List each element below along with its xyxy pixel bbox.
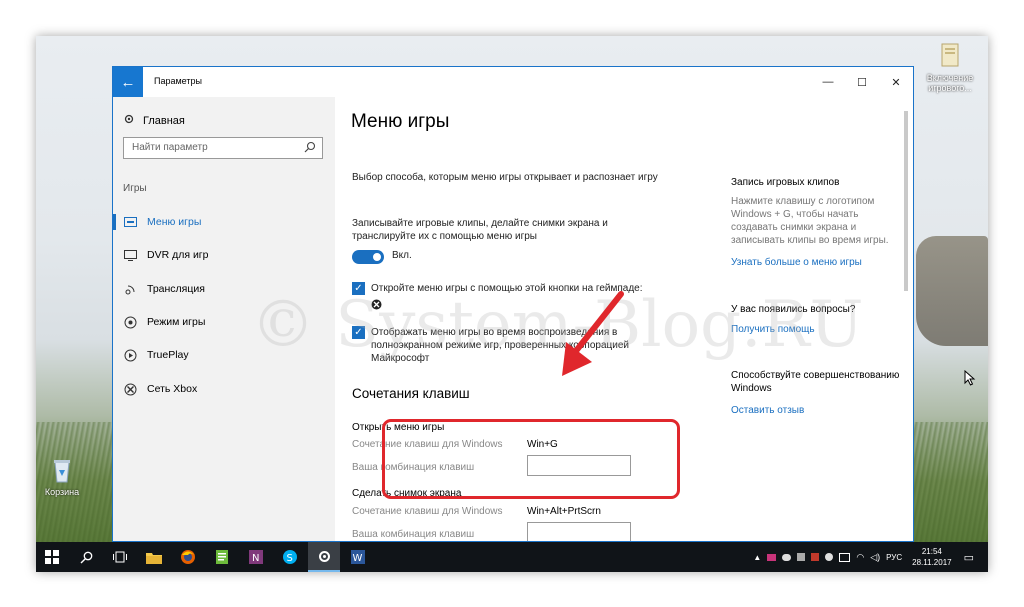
start-button[interactable] [36, 542, 68, 572]
minimize-button[interactable]: — [811, 67, 845, 97]
sidebar-item-label: Меню игры [147, 216, 202, 228]
red-arrow-icon [562, 291, 624, 376]
sidebar-item-label: Режим игры [147, 316, 206, 328]
record-toggle[interactable] [352, 250, 384, 264]
window-title: Параметры [154, 76, 202, 86]
folder-icon [146, 552, 162, 564]
taskbar-skype[interactable]: S [274, 542, 306, 572]
taskbar-explorer[interactable] [138, 542, 170, 572]
search-placeholder: Найти параметр [132, 142, 208, 153]
sidebar-item-label: TruePlay [147, 349, 189, 361]
search-icon [304, 141, 316, 156]
custom-shortcut-label: Ваша комбинация клавиш [352, 529, 475, 540]
trueplay-icon [123, 348, 137, 362]
svg-text:S: S [287, 553, 293, 564]
shortcuts-heading: Сочетания клавиш [352, 386, 470, 401]
tray-chevron-icon[interactable]: ▲ [753, 553, 761, 562]
clips-description: Нажмите клавишу с логотипом Windows + G,… [731, 196, 889, 246]
file-icon [937, 42, 963, 70]
word-icon: W [351, 550, 365, 564]
taskbar-firefox[interactable] [172, 542, 204, 572]
search-icon [80, 551, 92, 563]
sidebar-item-xbox-network[interactable]: Сеть Xbox [113, 376, 335, 402]
clock-date: 28.11.2017 [912, 558, 952, 567]
maximize-button[interactable]: ☐ [845, 67, 879, 97]
intro-text: Выбор способа, которым меню игры открыва… [352, 172, 658, 183]
cloud-icon[interactable] [782, 553, 792, 561]
scrollbar-thumb[interactable] [904, 111, 908, 291]
windows-logo-icon [45, 550, 59, 564]
language-indicator[interactable]: РУС [886, 553, 902, 562]
taskbar-settings[interactable] [308, 542, 340, 572]
toggle-label: Вкл. [392, 250, 412, 261]
svg-text:N: N [252, 553, 259, 564]
clock-time: 21:54 [921, 547, 942, 556]
feedback-link[interactable]: Оставить отзыв [731, 405, 804, 416]
desktop-icon-label: Включение игрового... [926, 73, 974, 93]
feedback-heading: Способствуйте совершенствованию Windows [731, 370, 900, 394]
desktop-wallpaper-robot [916, 236, 988, 346]
sidebar-item-label: DVR для игр [147, 249, 209, 261]
tray-app-icon[interactable] [797, 553, 806, 561]
windows-shortcut-label: Сочетание клавиш для Windows [352, 506, 503, 517]
task-view-icon [113, 551, 127, 563]
scrollbar[interactable] [901, 97, 911, 541]
system-tray: ▲ ◠ ◁) РУС 21:54 28.11.2017 ▭ [753, 542, 988, 572]
taskbar-app-green[interactable] [206, 542, 238, 572]
volume-icon[interactable]: ◁) [870, 552, 880, 563]
sidebar-item-game-menu[interactable]: Меню игры [113, 209, 335, 235]
skype-icon: S [283, 550, 297, 564]
firefox-icon [181, 550, 195, 564]
dvr-icon [123, 248, 137, 262]
clips-heading: Запись игровых клипов [731, 177, 840, 188]
desktop: Включение игрового... Корзина ← Параметр… [36, 36, 988, 542]
game-mode-icon [123, 315, 137, 329]
tray-app-icon[interactable] [825, 553, 834, 561]
notepad-icon [216, 550, 228, 564]
gear-icon [123, 113, 135, 128]
back-button[interactable]: ← [113, 67, 143, 97]
action-center-icon[interactable]: ▭ [964, 551, 974, 564]
mouse-cursor-icon [964, 369, 976, 391]
tray-app-icon[interactable] [811, 553, 820, 561]
xbox-icon [123, 382, 137, 396]
taskbar-onenote[interactable]: N [240, 542, 272, 572]
page-title: Меню игры [351, 111, 450, 132]
custom-shortcut-input[interactable] [527, 522, 631, 541]
wifi-icon[interactable]: ◠ [856, 552, 864, 563]
record-description: Записывайте игровые клипы, делайте снимк… [352, 218, 608, 242]
taskbar-search-button[interactable] [70, 542, 102, 572]
search-input[interactable]: Найти параметр [123, 137, 323, 159]
taskbar-word[interactable]: W [342, 542, 374, 572]
clock[interactable]: 21:54 28.11.2017 [912, 546, 951, 568]
recycle-bin-icon [49, 456, 75, 484]
battery-icon[interactable] [839, 552, 851, 562]
close-button[interactable]: ✕ [879, 67, 913, 97]
desktop-icon-game-shortcut[interactable]: Включение игрового... [920, 42, 980, 93]
sidebar-item-label: Трансляция [147, 283, 205, 295]
task-view-button[interactable] [104, 542, 136, 572]
svg-text:W: W [353, 553, 363, 564]
tray-app-icon[interactable] [767, 553, 777, 561]
window-titlebar: ← Параметры — ☐ ✕ [113, 67, 913, 97]
sidebar-section-label: Игры [123, 183, 147, 194]
highlight-box [382, 419, 680, 499]
sidebar-home[interactable]: Главная [123, 113, 185, 128]
gear-icon [318, 550, 330, 562]
taskbar: N S W ▲ ◠ ◁) РУС 21:54 28.11.2017 ▭ [36, 542, 988, 572]
learn-more-link[interactable]: Узнать больше о меню игры [731, 257, 862, 268]
desktop-icon-label: Корзина [44, 487, 80, 497]
sidebar-item-label: Сеть Xbox [147, 383, 198, 395]
game-menu-icon [123, 215, 137, 229]
windows-shortcut-value: Win+Alt+PrtScrn [527, 506, 601, 517]
onenote-icon: N [249, 550, 263, 564]
desktop-icon-recycle-bin[interactable]: Корзина [36, 456, 92, 497]
sidebar-item-game-dvr[interactable]: DVR для игр [113, 242, 335, 268]
sidebar-home-label: Главная [143, 114, 185, 127]
broadcast-icon [123, 282, 137, 296]
screenshot-frame: Включение игрового... Корзина ← Параметр… [36, 36, 988, 572]
